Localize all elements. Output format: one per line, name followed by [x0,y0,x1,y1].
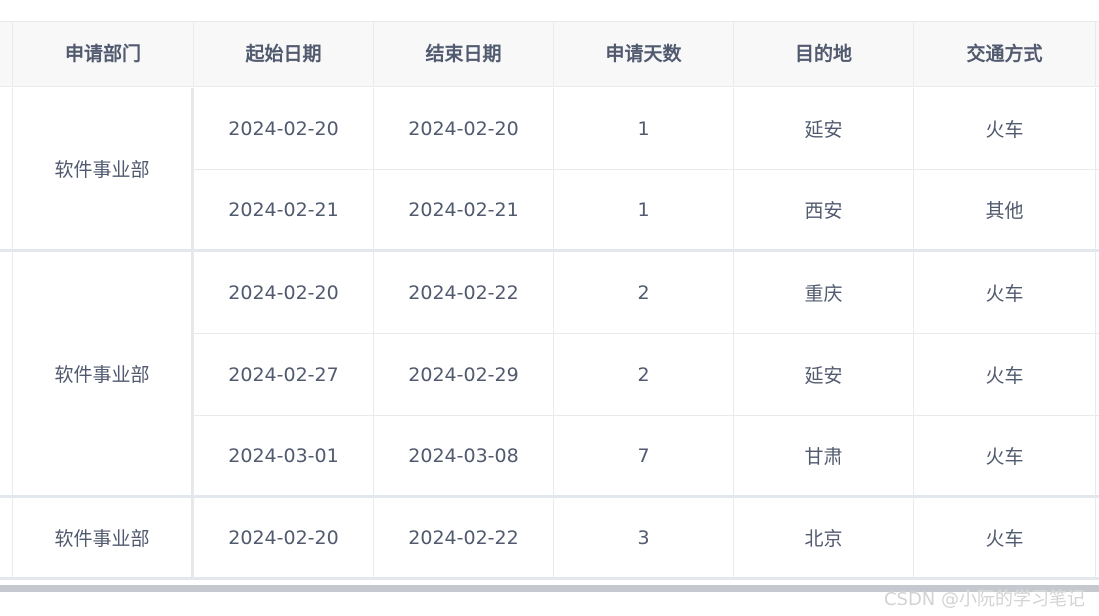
days-cell: 1 [553,170,733,252]
extra-column-cell [1095,498,1099,580]
transport-cell: 火车 [913,498,1095,580]
destination-cell: 延安 [733,88,913,170]
start-date-cell: 2024-03-01 [193,416,373,498]
dept-cell: 软件事业部 [12,88,193,252]
header-transport[interactable]: 交通方式 [913,22,1095,86]
start-date-cell: 2024-02-27 [193,334,373,416]
destination-cell: 西安 [733,170,913,252]
row-stub-cell [0,498,12,580]
destination-cell: 甘肃 [733,416,913,498]
days-cell: 1 [553,88,733,170]
start-date-cell: 2024-02-21 [193,170,373,252]
row-stub-cell [0,88,12,252]
transport-cell: 其他 [913,170,1095,252]
end-date-cell: 2024-02-20 [373,88,553,170]
dept-cell: 软件事业部 [12,498,193,580]
extra-column-cell [1095,252,1099,334]
end-date-cell: 2024-02-29 [373,334,553,416]
start-date-cell: 2024-02-20 [193,88,373,170]
start-date-cell: 2024-02-20 [193,498,373,580]
header-days[interactable]: 申请天数 [553,22,733,86]
days-cell: 2 [553,252,733,334]
transport-cell: 火车 [913,334,1095,416]
days-cell: 3 [553,498,733,580]
header-start-date[interactable]: 起始日期 [193,22,373,86]
extra-column-cell [1095,416,1099,498]
end-date-cell: 2024-02-22 [373,498,553,580]
days-cell: 7 [553,416,733,498]
end-date-cell: 2024-02-22 [373,252,553,334]
header-dept[interactable]: 申请部门 [12,22,193,86]
end-date-cell: 2024-02-21 [373,170,553,252]
header-end-date[interactable]: 结束日期 [373,22,553,86]
destination-cell: 延安 [733,334,913,416]
destination-cell: 重庆 [733,252,913,334]
transport-cell: 火车 [913,88,1095,170]
destination-cell: 北京 [733,498,913,580]
watermark: CSDN @小阮的学习笔记 [883,589,1085,610]
days-cell: 2 [553,334,733,416]
dept-cell: 软件事业部 [12,252,193,498]
header-destination[interactable]: 目的地 [733,22,913,86]
row-stub-cell [0,252,12,498]
extra-column-cell [1095,170,1099,252]
transport-cell: 火车 [913,252,1095,334]
end-date-cell: 2024-03-08 [373,416,553,498]
start-date-cell: 2024-02-20 [193,252,373,334]
table-screenshot: 申请部门 起始日期 结束日期 申请天数 目的地 交通方式 软件事业部 2024-0… [0,0,1099,616]
table-header: 申请部门 起始日期 结束日期 申请天数 目的地 交通方式 [0,21,1099,87]
extra-column-cell [1095,334,1099,416]
extra-column-cell [1095,88,1099,170]
transport-cell: 火车 [913,416,1095,498]
header-extra-column [1095,22,1099,86]
